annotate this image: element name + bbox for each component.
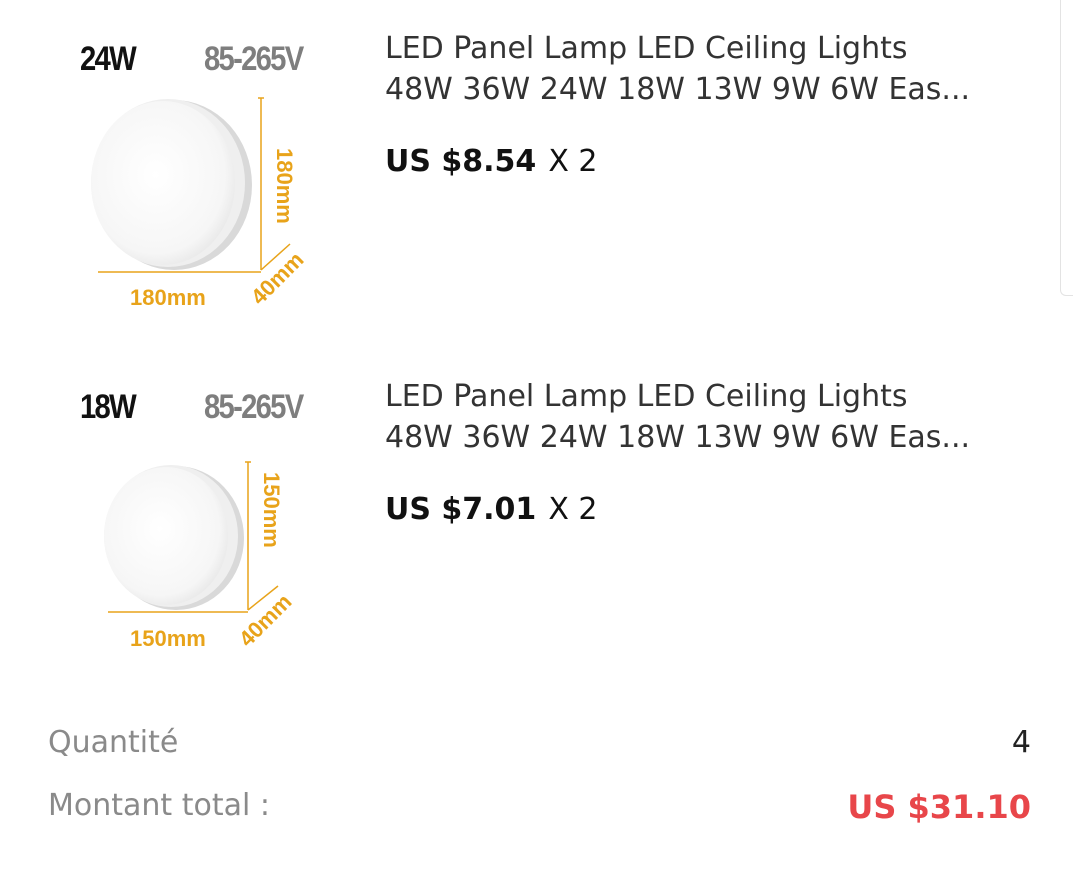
product-info: LED Panel Lamp LED Ceiling Lights 48W 36… <box>385 28 1045 179</box>
quantity-value: 4 <box>1011 725 1031 760</box>
lamp-illustration: 150mm 150mm 40mm <box>104 461 297 652</box>
item-quantity: X 2 <box>548 492 598 527</box>
price-row: US $7.01 X 2 <box>385 492 1045 527</box>
height-dimension-label: 180mm <box>272 148 297 224</box>
order-items-page: 24W 85-265V 180mm 180mm 40mm LED Panel L… <box>0 0 1073 880</box>
product-title-line: LED Panel Lamp LED Ceiling Lights <box>385 31 908 66</box>
product-title[interactable]: LED Panel Lamp LED Ceiling Lights 48W 36… <box>385 28 1045 110</box>
depth-dimension-label: 40mm <box>234 589 297 652</box>
product-thumbnail[interactable]: 24W 85-265V 180mm 180mm 40mm <box>78 20 346 320</box>
product-info: LED Panel Lamp LED Ceiling Lights 48W 36… <box>385 376 1045 527</box>
total-label: Montant total : <box>48 788 270 823</box>
unit-price: US $7.01 <box>385 492 537 527</box>
product-title-line: 48W 36W 24W 18W 13W 9W 6W Eas... <box>385 72 971 107</box>
order-item[interactable]: 24W 85-265V 180mm 180mm 40mm LED Panel L… <box>0 20 1073 320</box>
total-amount: US $31.10 <box>847 788 1031 826</box>
product-title-line: 48W 36W 24W 18W 13W 9W 6W Eas... <box>385 420 971 455</box>
product-thumbnail[interactable]: 18W 85-265V 150mm 150mm 40mm <box>78 368 346 668</box>
lamp-illustration: 180mm 180mm 40mm <box>91 97 309 310</box>
order-item[interactable]: 18W 85-265V 150mm 150mm 40mm LED Panel L… <box>0 368 1073 668</box>
width-dimension-label: 180mm <box>130 285 206 310</box>
product-title[interactable]: LED Panel Lamp LED Ceiling Lights 48W 36… <box>385 376 1045 458</box>
item-quantity: X 2 <box>548 144 598 179</box>
price-row: US $8.54 X 2 <box>385 144 1045 179</box>
width-dimension-label: 150mm <box>130 626 206 651</box>
product-title-line: LED Panel Lamp LED Ceiling Lights <box>385 379 908 414</box>
unit-price: US $8.54 <box>385 144 537 179</box>
height-dimension-label: 150mm <box>259 472 284 548</box>
quantity-label: Quantité <box>48 725 179 760</box>
